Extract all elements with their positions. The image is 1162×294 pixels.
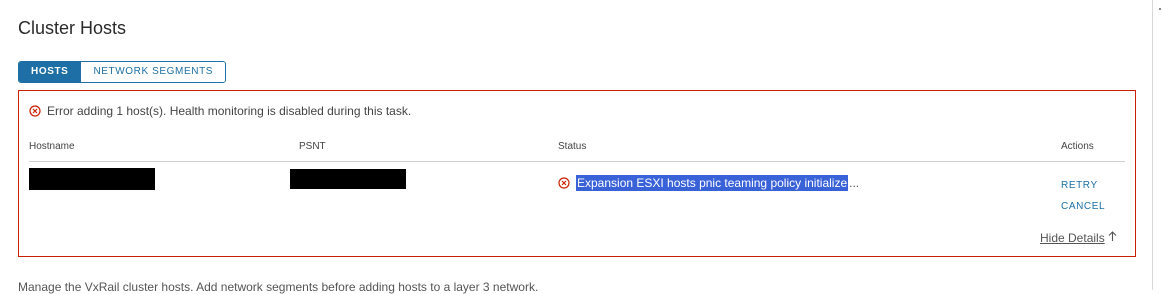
error-banner: Error adding 1 host(s). Health monitorin… (29, 104, 411, 118)
page-title: Cluster Hosts (18, 18, 127, 38)
column-header-hostname: Hostname (29, 141, 75, 152)
scroll-marker (1159, 8, 1161, 10)
tab-bar: HOSTS NETWORK SEGMENTS (18, 61, 227, 83)
hide-details-link[interactable]: Hide Details (1040, 231, 1117, 245)
tab-hosts[interactable]: HOSTS (19, 62, 82, 82)
retry-button[interactable]: RETRY (1061, 180, 1098, 191)
hostname-redacted (29, 168, 155, 190)
hide-details-label: Hide Details (1040, 231, 1105, 245)
error-message: Error adding 1 host(s). Health monitorin… (47, 104, 412, 118)
right-divider (1152, 0, 1153, 290)
column-header-psnt: PSNT (299, 141, 326, 152)
status-cell: Expansion ESXI hosts pnic teaming policy… (558, 175, 859, 191)
footer-description: Manage the VxRail cluster hosts. Add net… (18, 280, 539, 294)
tab-network-segments[interactable]: NETWORK SEGMENTS (81, 62, 226, 82)
arrow-up-icon (1108, 231, 1117, 245)
cancel-button[interactable]: CANCEL (1061, 201, 1105, 212)
error-panel: Error adding 1 host(s). Health monitorin… (18, 90, 1136, 257)
column-header-status: Status (558, 141, 587, 152)
psnt-redacted (290, 169, 406, 189)
error-circle-icon (558, 177, 570, 189)
status-ellipsis: ... (849, 176, 860, 190)
header-divider (29, 161, 1125, 162)
error-circle-icon (29, 105, 41, 117)
column-header-actions: Actions (1061, 141, 1094, 152)
status-text[interactable]: Expansion ESXI hosts pnic teaming policy… (576, 175, 849, 191)
